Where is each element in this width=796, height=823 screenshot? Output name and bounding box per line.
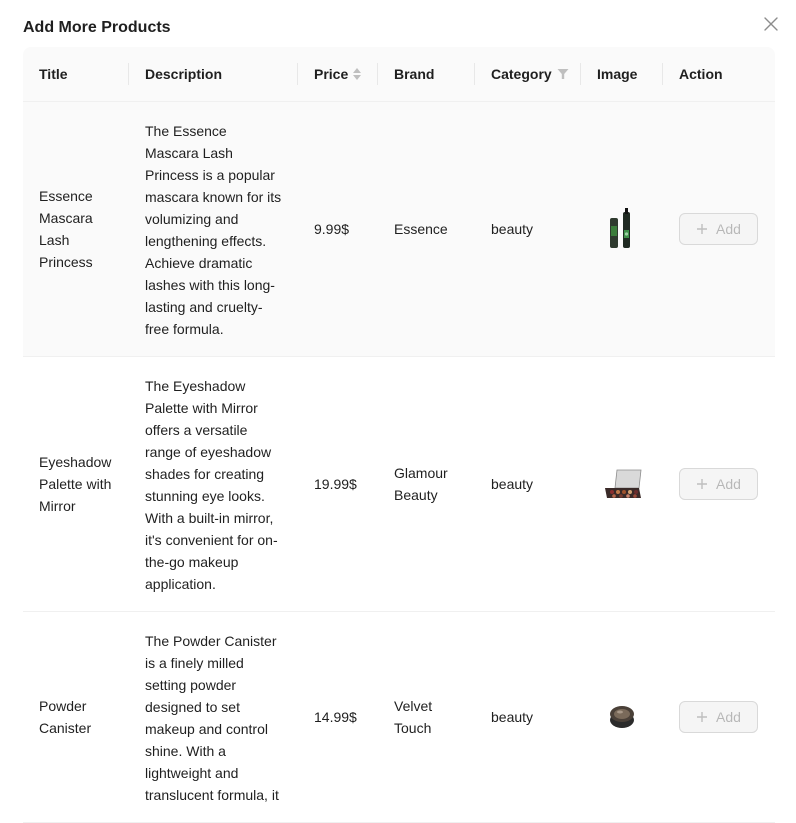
- plus-icon: [697, 224, 708, 234]
- cell-title: Essence Mascara Lash Princess: [23, 102, 129, 357]
- cell-category: beauty: [475, 357, 581, 612]
- sort-icon[interactable]: [352, 67, 362, 81]
- cell-brand: Velvet Touch: [378, 612, 475, 823]
- cell-image: [581, 612, 663, 823]
- cell-title: Eyeshadow Palette with Mirror: [23, 357, 129, 612]
- cell-action: Add: [663, 612, 775, 823]
- filter-icon[interactable]: [557, 68, 569, 80]
- cell-price: 9.99$: [298, 102, 378, 357]
- column-header-description: Description: [129, 47, 298, 102]
- cell-description: The Powder Canister is a finely milled s…: [129, 612, 298, 823]
- column-header-brand: Brand: [378, 47, 475, 102]
- cell-image: [581, 102, 663, 357]
- cell-action: Add: [663, 102, 775, 357]
- cell-title: Powder Canister: [23, 612, 129, 823]
- cell-description: The Essence Mascara Lash Princess is a p…: [129, 102, 298, 357]
- close-icon: [764, 17, 778, 31]
- table-row: Powder Canister The Powder Canister is a…: [23, 612, 775, 823]
- plus-icon: [697, 712, 708, 722]
- column-header-action: Action: [663, 47, 775, 102]
- cell-description: The Eyeshadow Palette with Mirror offers…: [129, 357, 298, 612]
- table-header-row: Title Description Price Brand Category I…: [23, 47, 775, 102]
- cell-price: 19.99$: [298, 357, 378, 612]
- cell-image: [581, 357, 663, 612]
- column-header-category: Category: [475, 47, 581, 102]
- cell-category: beauty: [475, 612, 581, 823]
- cell-action: Add: [663, 357, 775, 612]
- column-header-title: Title: [23, 47, 129, 102]
- add-products-modal: Add More Products Title Description Pric…: [0, 0, 796, 823]
- modal-title: Add More Products: [23, 19, 171, 36]
- add-button[interactable]: Add: [679, 468, 758, 500]
- powder-canister-product-image: [610, 706, 634, 728]
- table-row: Essence Mascara Lash Princess The Essenc…: [23, 102, 775, 357]
- mascara-product-image: [610, 208, 630, 248]
- plus-icon: [697, 479, 708, 489]
- cell-brand: Glamour Beauty: [378, 357, 475, 612]
- eyeshadow-palette-product-image: [605, 469, 642, 498]
- products-table: Title Description Price Brand Category I…: [23, 47, 775, 823]
- column-header-price[interactable]: Price: [298, 47, 378, 102]
- cell-price: 14.99$: [298, 612, 378, 823]
- close-button[interactable]: [760, 13, 782, 35]
- table-row: Eyeshadow Palette with Mirror The Eyesha…: [23, 357, 775, 612]
- cell-category: beauty: [475, 102, 581, 357]
- column-header-image: Image: [581, 47, 663, 102]
- add-button[interactable]: Add: [679, 701, 758, 733]
- add-button[interactable]: Add: [679, 213, 758, 245]
- cell-brand: Essence: [378, 102, 475, 357]
